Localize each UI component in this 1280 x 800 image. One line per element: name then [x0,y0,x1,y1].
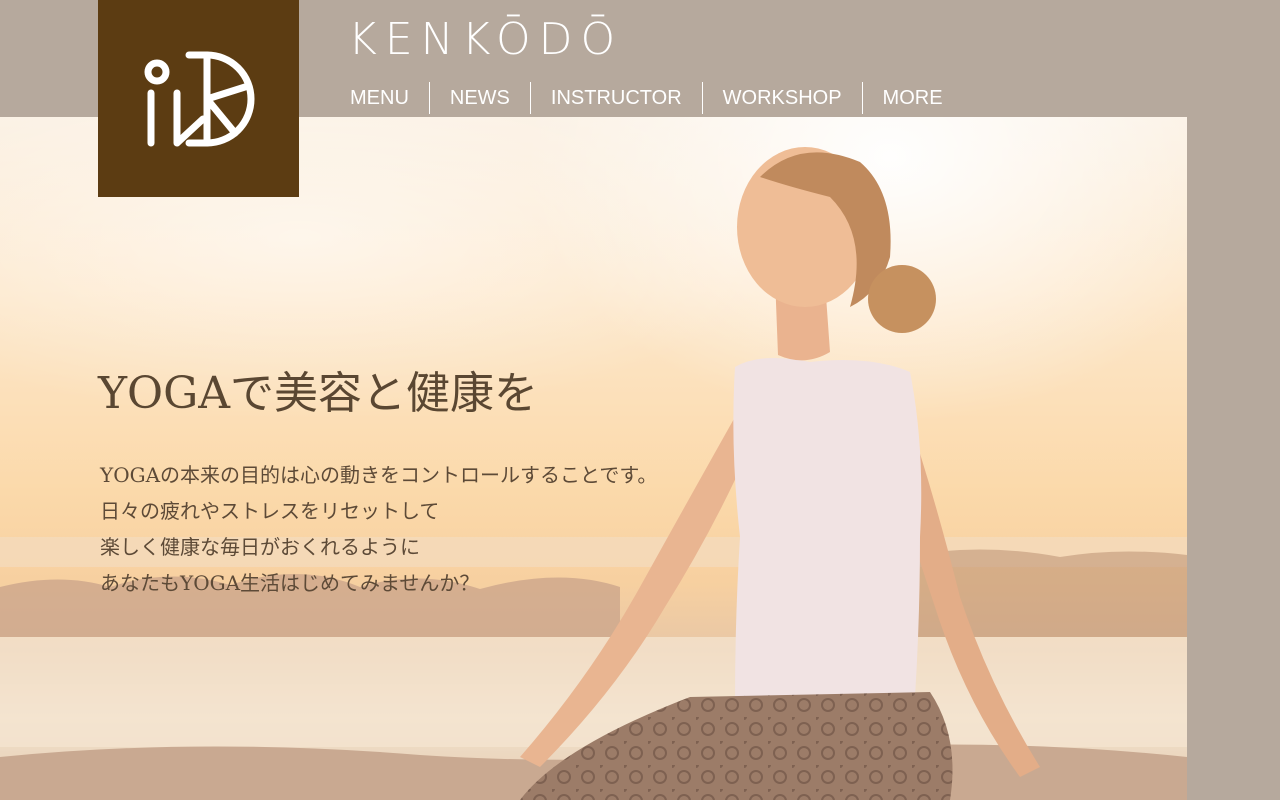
nav-menu[interactable]: MENU [330,82,429,114]
main-nav: MENU NEWS INSTRUCTOR WORKSHOP MORE [330,82,963,114]
nav-instructor[interactable]: INSTRUCTOR [529,82,702,114]
nav-workshop[interactable]: WORKSHOP [701,82,862,114]
hero-line-4: あなたもYOGA生活はじめてみませんか？ [100,571,480,595]
nav-more[interactable]: MORE [861,82,963,114]
kenkodo-logo-icon [144,51,254,146]
hero-heading: YOGAで美容と健康を [98,368,539,419]
nav-news[interactable]: NEWS [428,82,530,114]
logo[interactable] [98,0,299,197]
hero-line-3: 楽しく健康な毎日がおくれるように [100,535,420,559]
hero-line-2: 日々の疲れやストレスをリセットして [100,499,440,523]
hero-copy: YOGAの本来の目的は心の動きをコントロールすることです。 日々の疲れやストレス… [100,457,657,601]
brand-title[interactable]: KENKŌDŌ [348,14,623,66]
hero-line-1: YOGAの本来の目的は心の動きをコントロールすることです。 [100,463,658,487]
hero-section: YOGAで美容と健康を YOGAの本来の目的は心の動きをコントロールすることです… [0,117,1187,800]
